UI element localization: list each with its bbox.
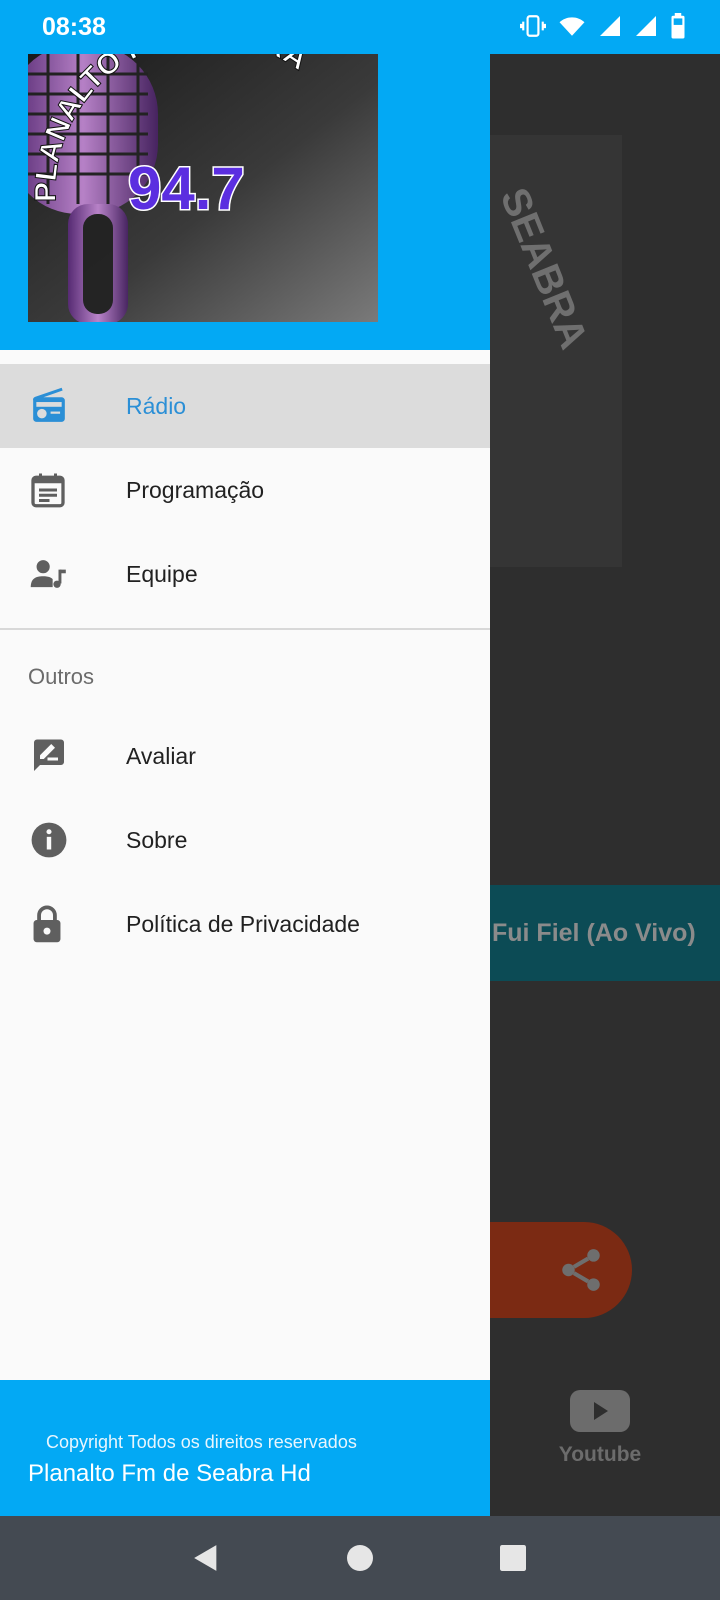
- vibrate-icon: [520, 15, 546, 37]
- system-nav-bar: [0, 1516, 720, 1600]
- svg-text:SEABRA: SEABRA: [492, 182, 596, 355]
- background-logo-text: SEABRA: [492, 182, 596, 355]
- svg-text:94.7: 94.7: [128, 155, 245, 222]
- battery-icon: [671, 13, 685, 39]
- home-button[interactable]: [330, 1528, 390, 1588]
- youtube-label: Youtube: [558, 1443, 642, 1466]
- status-bar: 08:38: [0, 0, 720, 54]
- menu-label-politica: Política de Privacidade: [126, 910, 360, 937]
- menu-item-avaliar[interactable]: Avaliar: [0, 714, 490, 798]
- menu-item-politica[interactable]: Política de Privacidade: [0, 882, 490, 966]
- home-icon: [346, 1545, 373, 1571]
- info-icon: [31, 822, 67, 858]
- menu-label-programacao: Programação: [126, 476, 265, 503]
- schedule-icon: [31, 473, 65, 508]
- now-playing-title: Fui Fiel (Ao Vivo): [492, 918, 696, 947]
- menu-item-programacao[interactable]: Programação: [0, 448, 490, 532]
- menu-item-sobre[interactable]: Sobre: [0, 798, 490, 882]
- status-icons: [520, 13, 686, 39]
- youtube-icon: [570, 1390, 630, 1432]
- signal-icon: [600, 16, 620, 36]
- now-playing-bar[interactable]: Fui Fiel (Ao Vivo): [480, 885, 720, 981]
- menu-label-sobre: Sobre: [126, 826, 188, 853]
- menu-label-avaliar: Avaliar: [126, 742, 196, 769]
- radio-icon: [33, 387, 65, 422]
- drawer-footer: Copyright Todos os direitos reservados P…: [0, 1380, 490, 1516]
- rate-icon: [34, 739, 64, 771]
- menu-label-radio: Rádio: [126, 392, 187, 419]
- wifi-icon: [559, 17, 585, 36]
- team-icon: [30, 560, 66, 588]
- menu-item-equipe[interactable]: Equipe: [0, 532, 490, 616]
- recents-button[interactable]: [483, 1528, 543, 1588]
- back-icon: [193, 1545, 216, 1571]
- drawer-divider: [0, 628, 490, 630]
- signal-icon: [636, 16, 656, 36]
- share-button[interactable]: [470, 1222, 632, 1318]
- station-logo: PLANALTO FM SEABRA 94.7: [28, 54, 378, 322]
- lock-icon: [33, 905, 61, 943]
- menu-item-radio[interactable]: Rádio: [0, 364, 490, 448]
- youtube-tab[interactable]: Youtube: [550, 1390, 650, 1467]
- drawer-menu: Rádio Programação Equipe Outros Avaliar …: [0, 364, 490, 966]
- navigation-drawer: PLANALTO FM SEABRA 94.7 Rádio: [0, 0, 490, 1516]
- recents-icon: [500, 1545, 527, 1571]
- back-button[interactable]: [177, 1528, 237, 1588]
- app-name: Planalto Fm de Seabra Hd: [28, 1460, 311, 1487]
- section-title-outros: Outros: [28, 664, 95, 689]
- share-icon: [562, 1249, 600, 1291]
- copyright-text: Copyright Todos os direitos reservados: [46, 1432, 357, 1452]
- status-time: 08:38: [42, 13, 106, 41]
- menu-label-equipe: Equipe: [126, 560, 198, 587]
